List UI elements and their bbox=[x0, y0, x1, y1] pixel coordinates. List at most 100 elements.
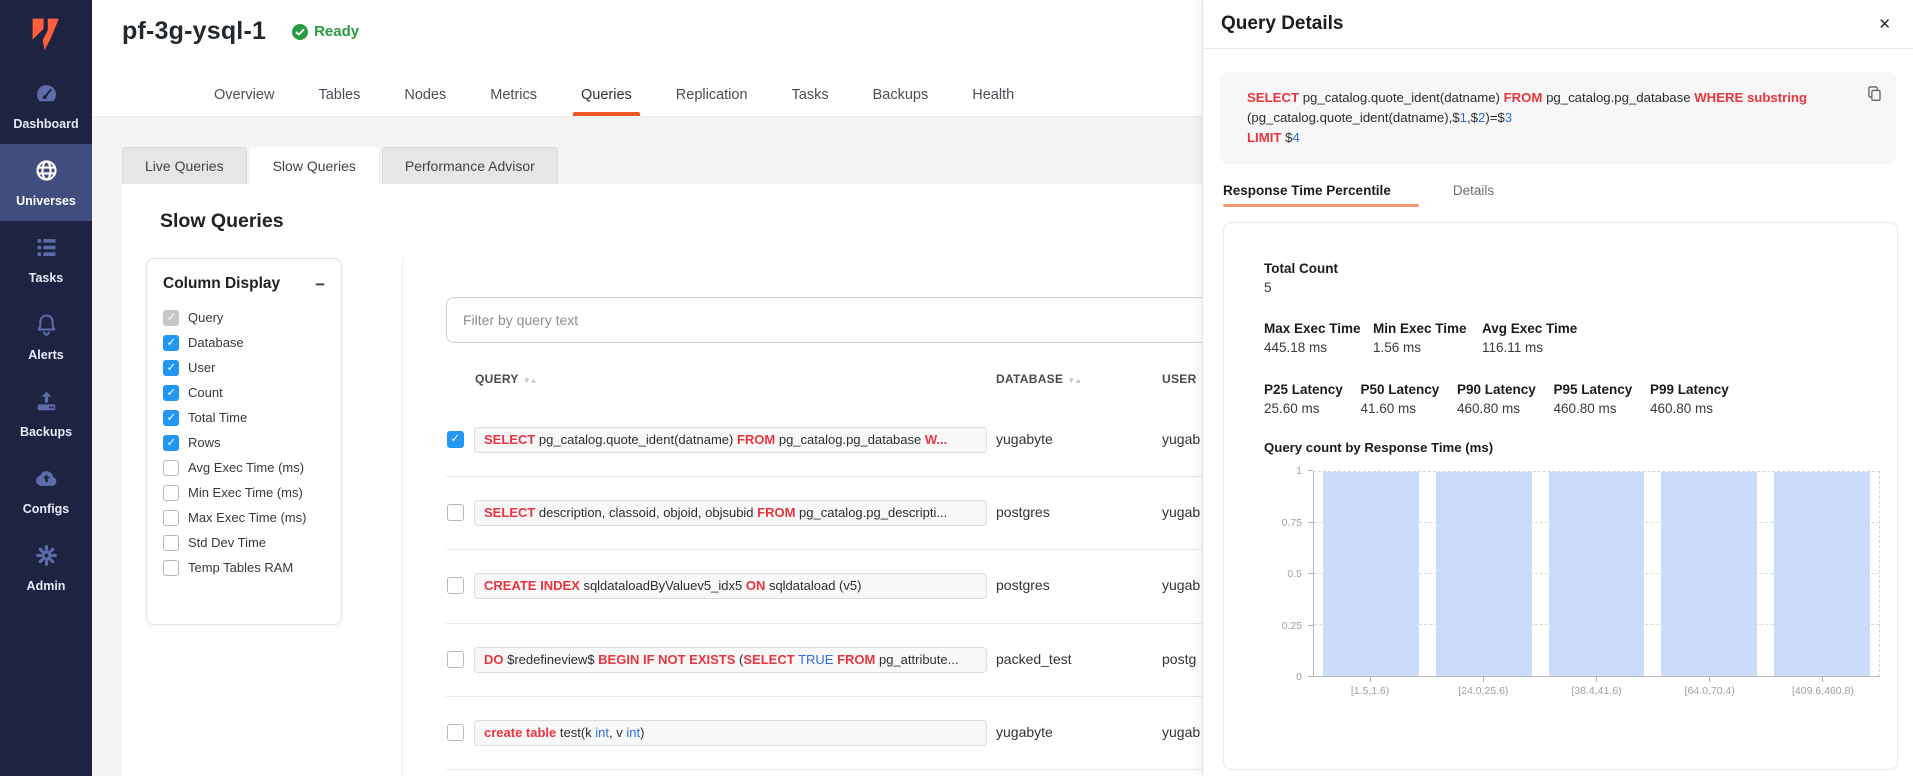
upload-icon bbox=[33, 388, 60, 420]
query-filter-input[interactable] bbox=[446, 297, 1202, 343]
user-cell: postg bbox=[1162, 651, 1196, 667]
chart-bar bbox=[1549, 472, 1645, 676]
query-cell: CREATE INDEX sqldataloadByValuev5_idx5 O… bbox=[474, 573, 987, 599]
stat-p95: P95 Latency460.80 ms bbox=[1554, 382, 1651, 416]
user-cell: yugab bbox=[1162, 724, 1200, 740]
sidebar-item-configs[interactable]: Configs bbox=[0, 452, 92, 529]
checkbox-icon[interactable] bbox=[163, 310, 179, 326]
table-row[interactable]: DO $redefineview$ BEGIN IF NOT EXISTS (S… bbox=[446, 624, 1202, 697]
yugabyte-logo[interactable] bbox=[0, 0, 92, 58]
tab-replication[interactable]: Replication bbox=[676, 74, 748, 116]
column-option-database[interactable]: Database bbox=[163, 330, 325, 355]
sidebar-item-alerts[interactable]: Alerts bbox=[0, 298, 92, 375]
table-row[interactable]: create table test(k int, v int) yugabyte… bbox=[446, 697, 1202, 770]
table-row[interactable]: SELECT description, classoid, objoid, ob… bbox=[446, 477, 1202, 550]
column-option-total-time[interactable]: Total Time bbox=[163, 405, 325, 430]
table-row[interactable]: SELECT pg_catalog.quote_ident(datname) F… bbox=[446, 404, 1202, 477]
response-time-chart: 00.250.50.751 [1.5,1.6)[24.0,25.6)[38.4,… bbox=[1264, 471, 1880, 697]
sidebar-item-tasks[interactable]: Tasks bbox=[0, 221, 92, 298]
column-option-avg-exec[interactable]: Avg Exec Time (ms) bbox=[163, 455, 325, 480]
tab-response-time-percentile[interactable]: Response Time Percentile bbox=[1223, 183, 1391, 207]
column-option-temp-tables[interactable]: Temp Tables RAM bbox=[163, 555, 325, 580]
query-cell: SELECT pg_catalog.quote_ident(datname) F… bbox=[474, 427, 987, 453]
sidebar-item-admin[interactable]: Admin bbox=[0, 529, 92, 606]
column-option-count[interactable]: Count bbox=[163, 380, 325, 405]
column-option-rows[interactable]: Rows bbox=[163, 430, 325, 455]
subtab-performance-advisor[interactable]: Performance Advisor bbox=[382, 147, 558, 184]
row-checkbox[interactable] bbox=[447, 651, 464, 668]
row-checkbox[interactable] bbox=[447, 504, 464, 521]
copy-icon[interactable] bbox=[1865, 84, 1884, 109]
subtab-slow-queries[interactable]: Slow Queries bbox=[250, 147, 379, 184]
total-count-stat: Total Count 5 bbox=[1264, 261, 1857, 295]
column-option-min-exec[interactable]: Min Exec Time (ms) bbox=[163, 480, 325, 505]
database-cell: yugabyte bbox=[996, 724, 1053, 740]
sidebar-item-backups[interactable]: Backups bbox=[0, 375, 92, 452]
chart-x-tick-label: [64.0,70.4) bbox=[1662, 677, 1758, 697]
column-header-user[interactable]: USER▼▲ bbox=[1162, 372, 1202, 386]
status-badge: Ready bbox=[292, 23, 359, 40]
tab-overview[interactable]: Overview bbox=[214, 74, 274, 116]
chart-bar bbox=[1436, 472, 1532, 676]
subtab-live-queries[interactable]: Live Queries bbox=[122, 147, 247, 184]
tab-nodes[interactable]: Nodes bbox=[404, 74, 446, 116]
column-display-card: Column Display − Query Database User Cou… bbox=[146, 258, 342, 625]
universe-header: pf-3g-ysql-1 Ready Overview Tables Nodes… bbox=[92, 0, 1202, 117]
query-cell: DO $redefineview$ BEGIN IF NOT EXISTS (S… bbox=[474, 647, 987, 673]
chart-bar bbox=[1323, 472, 1419, 676]
tab-queries[interactable]: Queries bbox=[581, 74, 632, 116]
user-cell: yugab bbox=[1162, 431, 1200, 447]
sidebar-item-dashboard[interactable]: Dashboard bbox=[0, 67, 92, 144]
checkbox-icon[interactable] bbox=[163, 385, 179, 401]
collapse-minus-icon[interactable]: − bbox=[315, 276, 325, 293]
tab-tables[interactable]: Tables bbox=[318, 74, 360, 116]
checkbox-icon[interactable] bbox=[163, 535, 179, 551]
column-option-query[interactable]: Query bbox=[163, 305, 325, 330]
column-option-std-dev[interactable]: Std Dev Time bbox=[163, 530, 325, 555]
table-row[interactable]: CREATE INDEX sqldataloadByValuev5_idx5 O… bbox=[446, 550, 1202, 623]
tab-metrics[interactable]: Metrics bbox=[490, 74, 537, 116]
tab-health[interactable]: Health bbox=[972, 74, 1014, 116]
query-details-header: Query Details ✕ bbox=[1203, 0, 1913, 49]
sidebar-nav: Dashboard Universes Tasks Alerts Backups… bbox=[0, 67, 92, 606]
row-checkbox[interactable] bbox=[447, 431, 464, 448]
cloud-upload-icon bbox=[33, 465, 60, 497]
chart-plot bbox=[1313, 471, 1880, 677]
tab-tasks[interactable]: Tasks bbox=[792, 74, 829, 116]
column-option-user[interactable]: User bbox=[163, 355, 325, 380]
table-header: QUERY▼▲ DATABASE▼▲ USER▼▲ bbox=[446, 372, 1202, 392]
universe-tabs: Overview Tables Nodes Metrics Queries Re… bbox=[214, 74, 1014, 116]
tab-details[interactable]: Details bbox=[1453, 183, 1494, 207]
checkbox-icon[interactable] bbox=[163, 460, 179, 476]
checkbox-icon[interactable] bbox=[163, 485, 179, 501]
row-checkbox[interactable] bbox=[447, 577, 464, 594]
yugabyte-logo-icon bbox=[25, 12, 67, 58]
row-checkbox[interactable] bbox=[447, 724, 464, 741]
column-header-query[interactable]: QUERY▼▲ bbox=[475, 372, 537, 386]
chart-bar bbox=[1661, 472, 1757, 676]
checkbox-icon[interactable] bbox=[163, 335, 179, 351]
chart-x-tick-label: [1.5,1.6) bbox=[1322, 677, 1418, 697]
checkbox-icon[interactable] bbox=[163, 360, 179, 376]
sidebar-item-universes[interactable]: Universes bbox=[0, 144, 92, 221]
tab-backups[interactable]: Backups bbox=[873, 74, 929, 116]
checkbox-icon[interactable] bbox=[163, 410, 179, 426]
database-cell: yugabyte bbox=[996, 431, 1053, 447]
column-option-max-exec[interactable]: Max Exec Time (ms) bbox=[163, 505, 325, 530]
sort-icon[interactable]: ▼▲ bbox=[523, 376, 537, 385]
sql-statement: SELECT pg_catalog.quote_ident(datname) F… bbox=[1247, 90, 1807, 145]
checkbox-icon[interactable] bbox=[163, 435, 179, 451]
queries-subtabs: Live Queries Slow Queries Performance Ad… bbox=[122, 147, 561, 184]
column-header-database[interactable]: DATABASE▼▲ bbox=[996, 372, 1081, 386]
chart-x-tick-label: [409.6,460.8) bbox=[1775, 677, 1871, 697]
stat-avg-exec: Avg Exec Time116.11 ms bbox=[1482, 321, 1591, 355]
close-icon[interactable]: ✕ bbox=[1878, 15, 1891, 33]
chart-x-tick-label: [38.4,41.6) bbox=[1548, 677, 1644, 697]
database-cell: postgres bbox=[996, 577, 1050, 593]
ready-check-icon bbox=[292, 24, 308, 40]
database-cell: postgres bbox=[996, 504, 1050, 520]
sort-icon[interactable]: ▼▲ bbox=[1067, 376, 1081, 385]
checkbox-icon[interactable] bbox=[163, 510, 179, 526]
checkbox-icon[interactable] bbox=[163, 560, 179, 576]
chart-bar bbox=[1774, 472, 1870, 676]
